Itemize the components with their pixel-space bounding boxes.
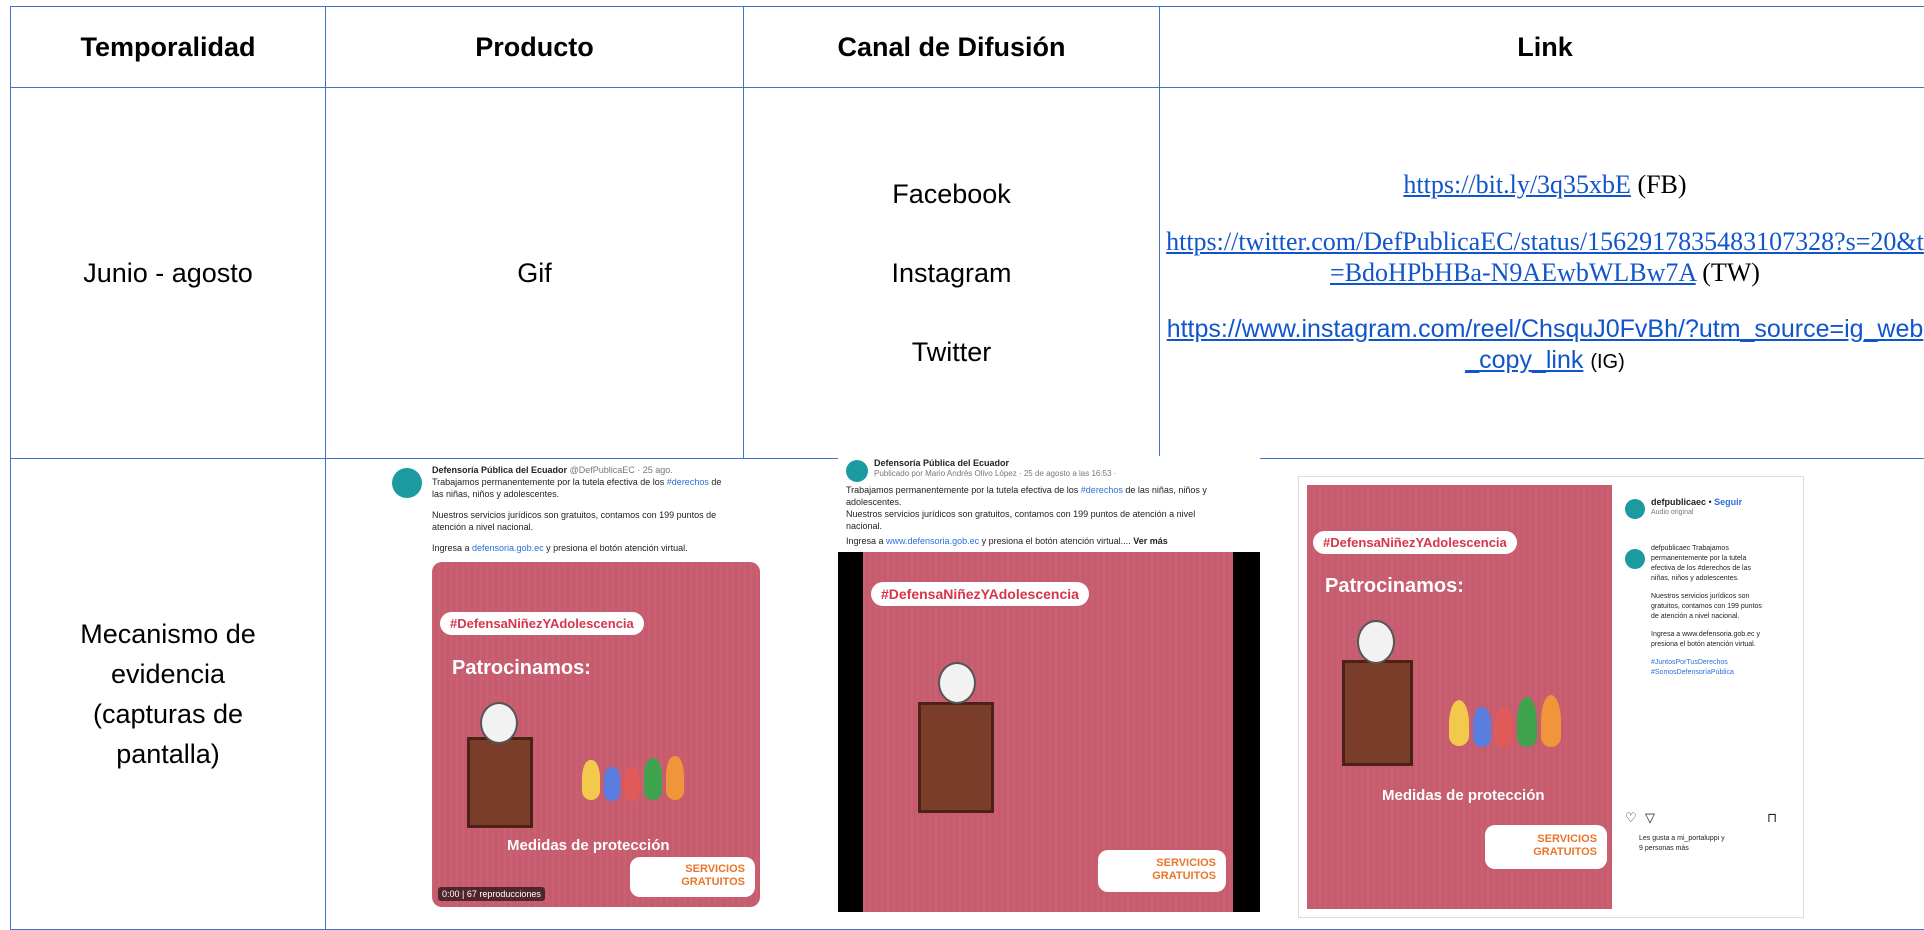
kid-figure — [644, 758, 662, 800]
tweet-line: las niñas, niños y adolescentes. — [432, 489, 560, 499]
post-account: Defensoría Pública del Ecuador — [874, 458, 1010, 468]
facebook-screenshot: Defensoría Pública del Ecuador Publicado… — [838, 456, 1260, 912]
twitter-screenshot: Defensoría Pública del Ecuador @DefPubli… — [380, 460, 770, 912]
instagram-screenshot: #DefensaNiñezYAdolescencia Patrocinamos:… — [1298, 476, 1804, 918]
ig-caption-line: permanentemente por la tutela — [1651, 555, 1747, 562]
link-fb-line: https://bit.ly/3q35xbE (FB) — [1166, 169, 1924, 200]
ig-likes-line: 9 personas más — [1639, 845, 1689, 852]
cell-temporalidad: Junio - agosto — [10, 87, 326, 459]
ig-hashtag-link[interactable]: #JuntosPorTusDerechos — [1651, 659, 1728, 666]
tweet-header: Defensoría Pública del Ecuador @DefPubli… — [432, 465, 673, 475]
data-row: Junio - agosto Gif Facebook Instagram Tw… — [10, 87, 1924, 459]
judge-head — [938, 662, 976, 704]
post-line: Trabajamos permanentemente por la tutela… — [846, 485, 1207, 495]
header-link: Link — [1159, 6, 1924, 88]
kid-figure — [1541, 695, 1561, 747]
canal-twitter: Twitter — [911, 336, 992, 367]
link-ig-line: https://www.instagram.com/reel/ChsquJ0Fv… — [1166, 314, 1924, 378]
gif-preview[interactable]: #DefensaNiñezYAdolescencia Patrocinamos:… — [1307, 485, 1612, 909]
ig-caption-line: niñas, niños y adolescentes. — [1651, 575, 1739, 582]
kid-figure — [604, 767, 620, 801]
judge-illustration — [918, 702, 994, 813]
avatar — [392, 468, 422, 498]
ig-account-line: defpublicaec • Seguir — [1651, 497, 1743, 507]
ig-caption-line: efectiva de los #derechos de las — [1651, 565, 1752, 572]
avatar — [1625, 499, 1645, 519]
link-twitter[interactable]: https://twitter.com/DefPublicaEC/status/… — [1166, 227, 1924, 287]
hashtag-banner: #DefensaNiñezYAdolescencia — [1313, 531, 1517, 554]
link-fb-tag: (FB) — [1637, 169, 1687, 199]
follow-button[interactable]: Seguir — [1714, 497, 1742, 507]
heart-icon[interactable]: ♡ — [1625, 810, 1637, 826]
kid-figure — [1495, 707, 1513, 747]
gif-preview: #DefensaNiñezYAdolescencia SERVICIOS GRA… — [863, 552, 1233, 912]
judge-illustration — [467, 737, 533, 828]
cell-mecanismo: Mecanismo de evidencia (capturas de pant… — [10, 458, 326, 930]
tweet-line: Trabajamos permanentemente por la tutela… — [432, 477, 722, 487]
link-facebook[interactable]: https://bit.ly/3q35xbE — [1403, 170, 1631, 199]
ver-mas-link[interactable]: Ver más — [1133, 536, 1168, 546]
hashtag-banner: #DefensaNiñezYAdolescencia — [871, 582, 1089, 606]
video-frame[interactable]: #DefensaNiñezYAdolescencia SERVICIOS GRA… — [838, 552, 1260, 912]
servicios-badge: SERVICIOS GRATUITOS — [1098, 850, 1226, 892]
share-icon[interactable]: ▽ — [1645, 810, 1655, 826]
judge-head — [480, 702, 518, 744]
cell-producto: Gif — [325, 87, 744, 459]
tweet-line: Nuestros servicios jurídicos son gratuit… — [432, 510, 717, 520]
medidas-text: Medidas de protección — [507, 837, 670, 854]
patrocinamos-text: Patrocinamos: — [452, 657, 591, 679]
link-ig-tag: (IG) — [1590, 350, 1625, 373]
tweet-line: Ingresa a defensoria.gob.ec y presiona e… — [432, 543, 688, 553]
kid-figure — [582, 760, 600, 800]
link-instagram[interactable]: https://www.instagram.com/reel/ChsquJ0Fv… — [1167, 315, 1924, 374]
cell-canales: Facebook Instagram Twitter — [743, 87, 1160, 459]
kid-figure — [624, 767, 640, 801]
header-canal: Canal de Difusión — [743, 6, 1160, 88]
judge-head — [1357, 620, 1395, 664]
kid-figure — [1449, 700, 1469, 746]
post-line: adolescentes. — [846, 497, 902, 507]
kid-figure — [1473, 707, 1491, 747]
servicios-badge: SERVICIOS GRATUITOS — [630, 857, 755, 897]
ig-caption-line: gratuitos, contamos con 199 puntos — [1651, 603, 1762, 610]
medidas-text: Medidas de protección — [1382, 787, 1545, 804]
post-line: Ingresa a www.defensoria.gob.ec y presio… — [846, 536, 1168, 546]
canal-facebook: Facebook — [892, 178, 1011, 209]
kid-figure — [666, 756, 684, 800]
kid-figure — [1517, 697, 1537, 747]
header-temporalidad: Temporalidad — [10, 6, 326, 88]
mecanismo-label: Mecanismo de evidencia (capturas de pant… — [80, 619, 256, 769]
tweet-line: atención a nivel nacional. — [432, 522, 534, 532]
ig-likes-line: Les gusta a mi_portaluppi y — [1639, 835, 1725, 842]
canal-instagram: Instagram — [891, 257, 1012, 288]
judge-illustration — [1342, 660, 1413, 766]
link-tw-tag: (TW) — [1702, 257, 1760, 287]
ig-caption-line: defpublicaec Trabajamos — [1651, 545, 1729, 552]
servicios-badge: SERVICIOS GRATUITOS — [1485, 825, 1607, 869]
gif-preview[interactable]: #DefensaNiñezYAdolescencia Patrocinamos:… — [432, 562, 760, 907]
ig-caption-line: de atención a nivel nacional. — [1651, 613, 1740, 620]
ig-caption-line: Nuestros servicios jurídicos son — [1651, 593, 1750, 600]
avatar — [1625, 549, 1645, 569]
avatar — [846, 460, 868, 482]
hashtag-banner: #DefensaNiñezYAdolescencia — [440, 612, 644, 635]
post-published: Publicado por Mario Andrés Olivo López ·… — [874, 469, 1117, 478]
play-count: 0:00 | 67 reproducciones — [438, 887, 545, 901]
ig-audio: Audio original — [1651, 509, 1694, 516]
header-producto: Producto — [325, 6, 744, 88]
ig-caption-line: presiona el botón atención virtual. — [1651, 641, 1756, 648]
post-line: nacional. — [846, 521, 883, 531]
post-line: Nuestros servicios jurídicos son gratuit… — [846, 509, 1196, 519]
ig-hashtag-link[interactable]: #SomosDefensoríaPública — [1651, 669, 1734, 676]
ig-caption-line: Ingresa a www.defensoria.gob.ec y — [1651, 631, 1760, 638]
cell-links: https://bit.ly/3q35xbE (FB) https://twit… — [1159, 87, 1924, 459]
link-tw-line: https://twitter.com/DefPublicaEC/status/… — [1166, 226, 1924, 288]
patrocinamos-text: Patrocinamos: — [1325, 575, 1464, 597]
header-row: Temporalidad Producto Canal de Difusión … — [10, 6, 1924, 88]
bookmark-icon[interactable]: ⊓ — [1767, 810, 1777, 826]
